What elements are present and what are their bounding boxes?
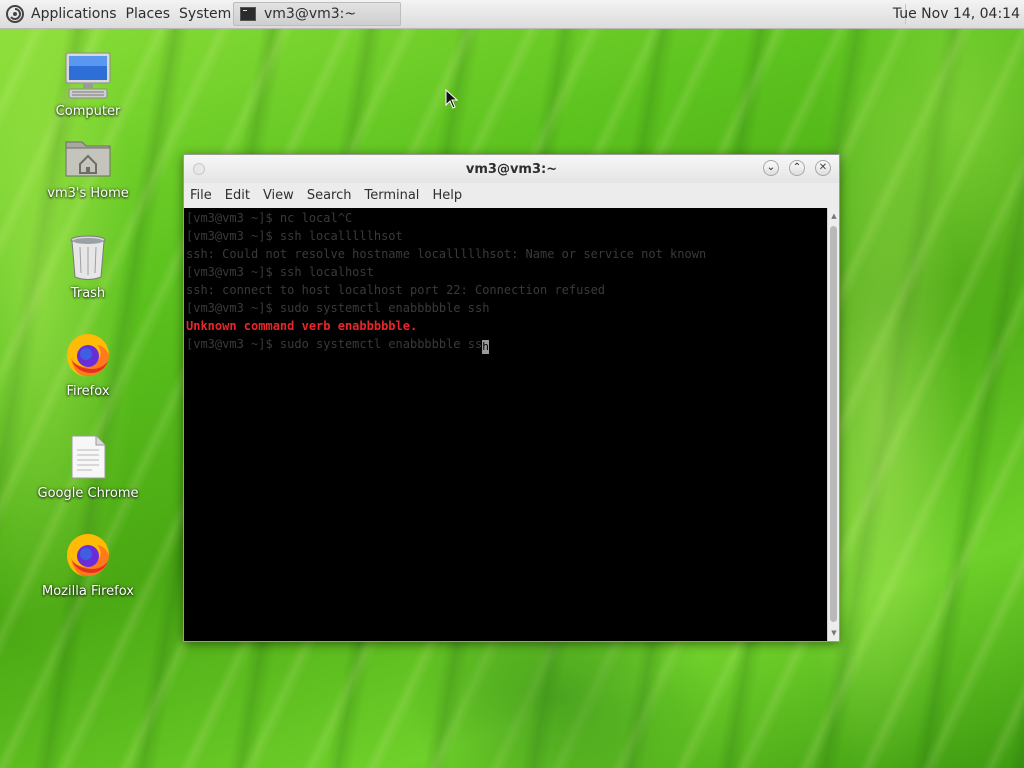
maximize-button[interactable]: ⌃ <box>789 160 805 176</box>
desktop-icon-label: Mozilla Firefox <box>42 584 134 599</box>
terminal-line: [vm3@vm3 ~]$ nc local^C <box>186 211 353 225</box>
desktop-icon-google-chrome[interactable]: Google Chrome <box>28 432 148 501</box>
menu-view[interactable]: View <box>263 188 294 203</box>
home-folder-icon <box>63 132 113 182</box>
top-panel: Applications Places System vm3@vm3:~ Tue… <box>0 0 1024 29</box>
desktop-icon-label: Computer <box>55 104 121 119</box>
desktop-icon-trash[interactable]: Trash <box>28 232 148 301</box>
trash-icon <box>63 232 113 282</box>
terminal-input-text: [vm3@vm3 ~]$ sudo systemctl enabbbbble s… <box>186 337 483 351</box>
chevron-up-icon: ⌃ <box>792 162 802 173</box>
menu-terminal[interactable]: Terminal <box>364 188 419 203</box>
terminal-menubar: File Edit View Search Terminal Help <box>184 183 839 208</box>
close-icon: ✕ <box>818 162 828 173</box>
terminal-line: [vm3@vm3 ~]$ sudo systemctl enabbbbble s… <box>186 301 490 315</box>
chevron-down-icon: ⌄ <box>766 162 776 173</box>
desktop-icon-label: Firefox <box>66 384 110 399</box>
minimize-button[interactable]: ⌄ <box>763 160 779 176</box>
terminal-icon <box>240 7 256 21</box>
taskbar-terminal-title: vm3@vm3:~ <box>264 6 357 22</box>
desktop-icon-computer[interactable]: Computer <box>28 50 148 119</box>
terminal-line: ssh: connect to host localhost port 22: … <box>186 283 606 297</box>
desktop-icon-mozilla-firefox[interactable]: Mozilla Firefox <box>28 530 148 599</box>
terminal-error-line: Unknown command verb enabbbbble. <box>186 319 418 333</box>
document-icon <box>63 432 113 482</box>
desktop-icon-label: vm3's Home <box>47 186 129 201</box>
terminal-scrollbar[interactable]: ▲ ▼ <box>827 208 839 641</box>
system-menu[interactable]: System <box>179 6 231 22</box>
taskbar-terminal-button[interactable]: vm3@vm3:~ <box>233 2 401 26</box>
terminal-line: [vm3@vm3 ~]$ ssh localhost <box>186 265 374 279</box>
close-button[interactable]: ✕ <box>815 160 831 176</box>
scroll-down-icon[interactable]: ▼ <box>829 628 839 638</box>
desktop-icon-label: Trash <box>70 286 106 301</box>
menu-edit[interactable]: Edit <box>225 188 250 203</box>
window-titlebar[interactable]: vm3@vm3:~ ⌄ ⌃ ✕ <box>184 155 839 183</box>
scroll-up-icon[interactable]: ▲ <box>829 211 839 221</box>
terminal-line: [vm3@vm3 ~]$ ssh localllllhsot <box>186 229 403 243</box>
distro-logo-icon[interactable] <box>5 4 25 24</box>
scrollbar-thumb[interactable] <box>830 226 837 622</box>
menu-search[interactable]: Search <box>307 188 352 203</box>
firefox-icon <box>63 530 113 580</box>
terminal-output[interactable]: [vm3@vm3 ~]$ nc local^C [vm3@vm3 ~]$ ssh … <box>184 208 827 641</box>
computer-icon <box>63 50 113 100</box>
terminal-line: ssh: Could not resolve hostname locallll… <box>186 247 707 261</box>
places-menu[interactable]: Places <box>126 6 171 22</box>
desktop-icon-label: Google Chrome <box>37 486 139 501</box>
window-title: vm3@vm3:~ <box>465 161 558 177</box>
terminal-window: vm3@vm3:~ ⌄ ⌃ ✕ File Edit View Search Te… <box>183 154 840 642</box>
menu-help[interactable]: Help <box>432 188 462 203</box>
menu-file[interactable]: File <box>190 188 212 203</box>
text-cursor: h <box>482 340 490 354</box>
terminal-prompt-line: [vm3@vm3 ~]$ sudo systemctl enabbbbble s… <box>186 335 827 354</box>
desktop-icon-home[interactable]: vm3's Home <box>28 132 148 201</box>
applications-menu[interactable]: Applications <box>31 6 117 22</box>
clock[interactable]: Tue Nov 14, 04:14 <box>893 0 1020 28</box>
mouse-pointer-icon <box>445 89 459 109</box>
desktop-icon-firefox[interactable]: Firefox <box>28 330 148 399</box>
firefox-icon <box>63 330 113 380</box>
window-menu-icon[interactable] <box>193 163 205 175</box>
